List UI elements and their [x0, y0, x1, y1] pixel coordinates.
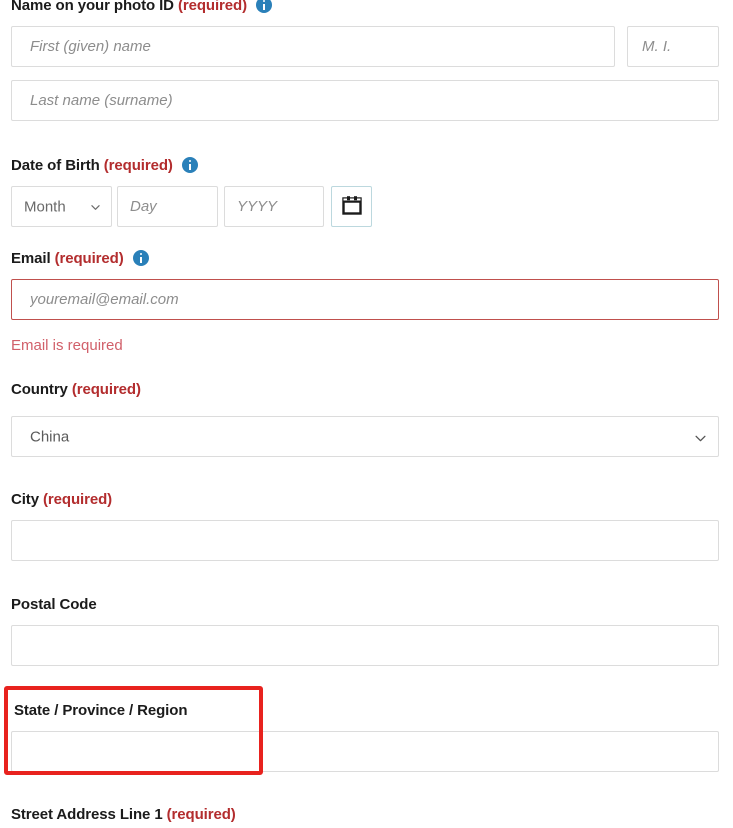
- label-name-on-photo-id: Name on your photo ID (required): [11, 0, 273, 15]
- birth-month-value: Month: [24, 198, 66, 215]
- email-error-message: Email is required: [11, 337, 123, 354]
- chevron-down-icon: [695, 433, 706, 442]
- label-text: State / Province / Region: [14, 702, 188, 719]
- first-name-input[interactable]: [11, 26, 615, 67]
- country-select[interactable]: China: [11, 416, 719, 457]
- required-marker: (required): [166, 806, 236, 823]
- label-street-address-line-1: Street Address Line 1 (required): [11, 806, 236, 824]
- calendar-icon: [341, 194, 363, 219]
- required-marker: (required): [54, 250, 124, 267]
- label-country: Country (required): [11, 381, 141, 399]
- label-text: Date of Birth: [11, 157, 100, 174]
- birth-day-input[interactable]: [117, 186, 218, 227]
- label-postal-code: Postal Code: [11, 596, 97, 614]
- info-icon[interactable]: [181, 157, 198, 173]
- label-date-of-birth: Date of Birth (required): [11, 157, 198, 175]
- label-text: Postal Code: [11, 596, 97, 613]
- info-icon[interactable]: [132, 250, 149, 266]
- birth-month-select[interactable]: Month: [11, 186, 112, 227]
- last-name-input[interactable]: [11, 80, 719, 121]
- label-text: Email: [11, 250, 51, 267]
- birth-year-input[interactable]: [224, 186, 324, 227]
- label-state-province-region: State / Province / Region: [14, 702, 187, 720]
- required-marker: (required): [103, 157, 173, 174]
- label-city: City (required): [11, 491, 112, 509]
- required-marker: (required): [43, 491, 113, 508]
- country-selected-value: China: [30, 428, 70, 445]
- email-input[interactable]: [11, 279, 719, 320]
- required-marker: (required): [71, 381, 141, 398]
- label-text: Street Address Line 1: [11, 806, 163, 823]
- calendar-picker-button[interactable]: [331, 186, 372, 227]
- state-province-region-input[interactable]: [11, 731, 719, 772]
- chevron-down-icon: [91, 203, 100, 212]
- required-marker: (required): [177, 0, 247, 14]
- label-email: Email (required): [11, 250, 149, 268]
- city-input[interactable]: [11, 520, 719, 561]
- label-text: Country: [11, 381, 68, 398]
- info-icon[interactable]: [256, 0, 273, 13]
- postal-code-input[interactable]: [11, 625, 719, 666]
- middle-initial-input[interactable]: [627, 26, 719, 67]
- label-text: City: [11, 491, 39, 508]
- label-text: Name on your photo ID: [11, 0, 174, 14]
